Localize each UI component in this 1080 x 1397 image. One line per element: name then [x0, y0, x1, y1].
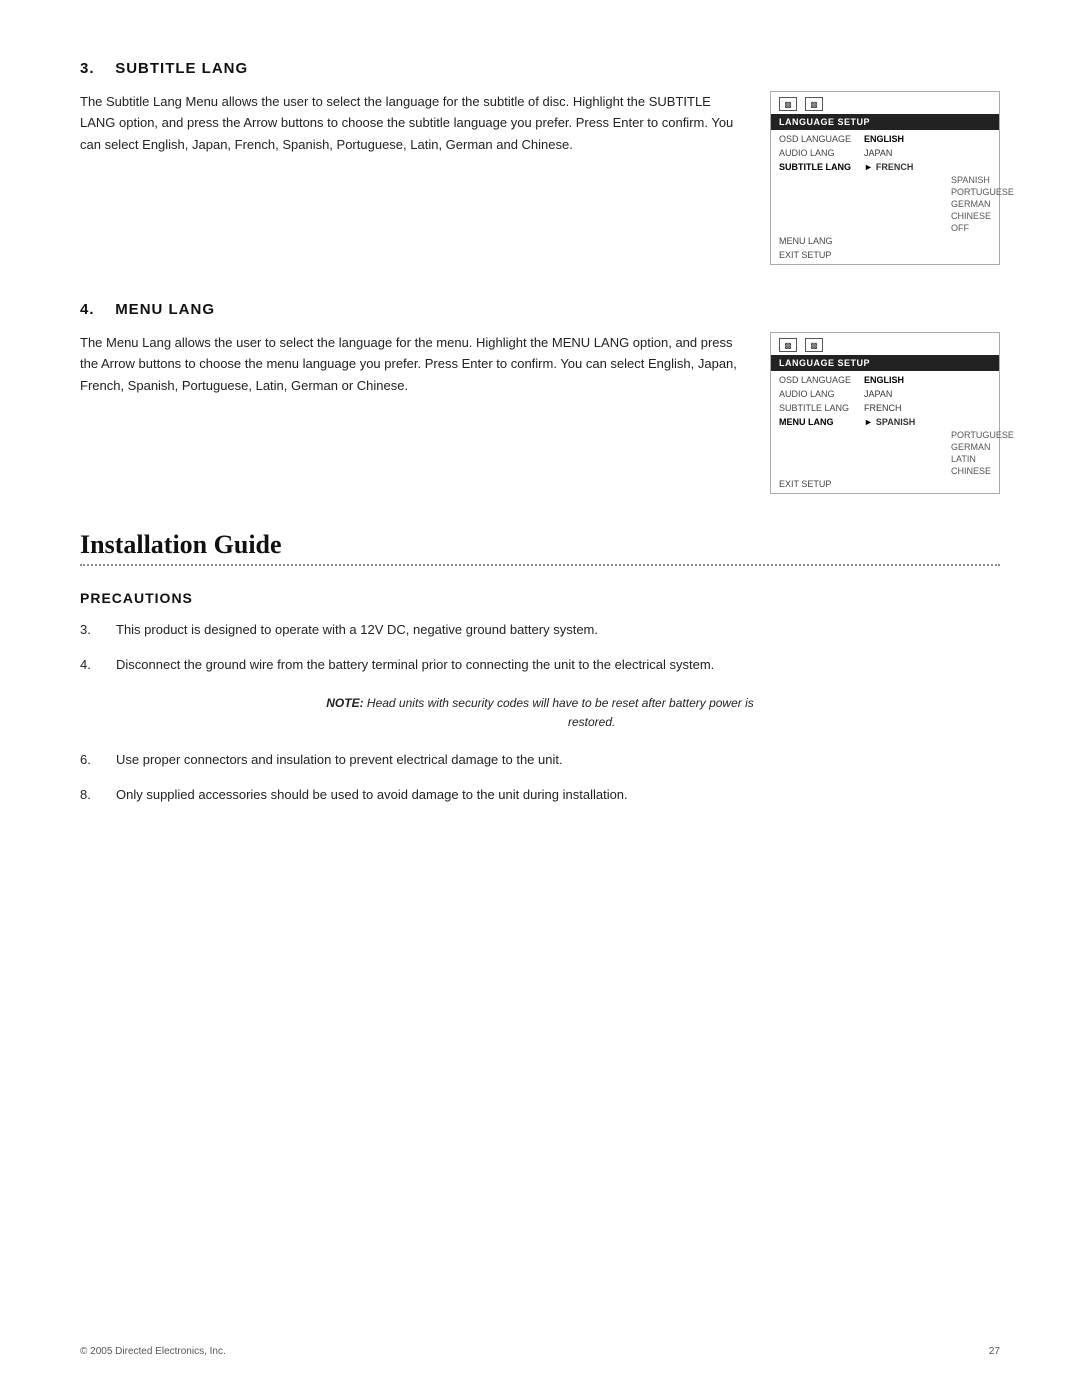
subtitle-row-menu: MENU LANG	[771, 234, 999, 248]
menu-arrow-icon: ►	[864, 417, 873, 427]
item-text-4: Disconnect the ground wire from the batt…	[116, 655, 714, 676]
subtitle-opt-chinese: CHINESE	[861, 210, 995, 222]
precautions-title: PRECAUTIONS	[80, 590, 1000, 606]
subtitle-row-exit: EXIT SETUP	[771, 248, 999, 262]
subtitle-options: SPANISH PORTUGUESE GERMAN CHINESE OFF	[771, 174, 999, 234]
subtitle-lang-title: 3. SUBTITLE LANG	[80, 60, 1000, 77]
subtitle-row-osd: OSD LANGUAGE ENGLISH	[771, 132, 999, 146]
subtitle-lang-section: 3. SUBTITLE LANG The Subtitle Lang Menu …	[80, 60, 1000, 265]
menu-menu-arrow: ► SPANISH	[864, 417, 915, 427]
menu-opt-latin: LATIN	[861, 453, 995, 465]
item-num-4: 4.	[80, 655, 100, 676]
menu-subtitle-value: FRENCH	[864, 403, 902, 413]
menu-number: 4.	[80, 301, 95, 318]
menu-content: The Menu Lang allows the user to select …	[80, 332, 1000, 494]
item-num-6: 6.	[80, 750, 100, 771]
menu-osd-value: ENGLISH	[864, 375, 904, 385]
menu-opt-portuguese: PORTUGUESE	[861, 429, 995, 441]
item-text-8: Only supplied accessories should be used…	[116, 785, 628, 806]
subtitle-osd-value: ENGLISH	[864, 134, 904, 144]
subtitle-arrow: ► FRENCH	[864, 162, 913, 172]
installation-guide: Installation Guide PRECAUTIONS 3. This p…	[80, 530, 1000, 806]
page-number: 27	[989, 1346, 1000, 1357]
subtitle-menu-rows: OSD LANGUAGE ENGLISH AUDIO LANG JAPAN SU…	[771, 130, 999, 264]
item-text-6: Use proper connectors and insulation to …	[116, 750, 563, 771]
menu-rows: OSD LANGUAGE ENGLISH AUDIO LANG JAPAN SU…	[771, 371, 999, 493]
menu-subtitle-label: SUBTITLE LANG	[779, 403, 864, 413]
subtitle-audio-value: JAPAN	[864, 148, 892, 158]
copyright: © 2005 Directed Electronics, Inc.	[80, 1346, 226, 1357]
subtitle-row-audio: AUDIO LANG JAPAN	[771, 146, 999, 160]
menu-osd-label: OSD LANGUAGE	[779, 375, 864, 385]
subtitle-menu-label: MENU LANG	[779, 236, 864, 246]
subtitle-osd-label: OSD LANGUAGE	[779, 134, 864, 144]
subtitle-audio-label: AUDIO LANG	[779, 148, 864, 158]
menu-opt-chinese: CHINESE	[861, 465, 995, 477]
footer: © 2005 Directed Electronics, Inc. 27	[80, 1346, 1000, 1357]
menu-audio-value: JAPAN	[864, 389, 892, 399]
subtitle-opt-portuguese: PORTUGUESE	[861, 186, 995, 198]
menu-row-exit: EXIT SETUP	[771, 477, 999, 491]
subtitle-exit-label: EXIT SETUP	[779, 250, 864, 260]
subtitle-menu-header: LANGUAGE SETUP	[771, 114, 999, 130]
menu-lang-section: 4. MENU LANG The Menu Lang allows the us…	[80, 301, 1000, 494]
item-num-8: 8.	[80, 785, 100, 806]
menu-screenshot: ▩ ▩ LANGUAGE SETUP OSD LANGUAGE ENGLISH …	[770, 332, 1000, 494]
subtitle-number: 3.	[80, 60, 95, 77]
menu-exit-label: EXIT SETUP	[779, 479, 864, 489]
menu-opt-german: GERMAN	[861, 441, 995, 453]
note-block: NOTE: Head units with security codes wil…	[140, 694, 940, 732]
precautions-item-3: 3. This product is designed to operate w…	[80, 620, 1000, 641]
menu-audio-label: AUDIO LANG	[779, 389, 864, 399]
menu-lang-title: 4. MENU LANG	[80, 301, 1000, 318]
installation-title: Installation Guide	[80, 530, 1000, 560]
menu-header: LANGUAGE SETUP	[771, 355, 999, 371]
menu-icon-1: ▩	[779, 338, 797, 352]
subtitle-row-subtitle: SUBTITLE LANG ► FRENCH	[771, 160, 999, 174]
subtitle-body: The Subtitle Lang Menu allows the user t…	[80, 91, 740, 265]
item-text-3: This product is designed to operate with…	[116, 620, 598, 641]
precautions-item-4: 4. Disconnect the ground wire from the b…	[80, 655, 1000, 676]
subtitle-subtitle-label: SUBTITLE LANG	[779, 162, 864, 172]
subtitle-opt-german: GERMAN	[861, 198, 995, 210]
menu-icons: ▩ ▩	[771, 333, 999, 355]
menu-menu-label: MENU LANG	[779, 417, 864, 427]
subtitle-menu-icons: ▩ ▩	[771, 92, 999, 114]
menu-row-menu: MENU LANG ► SPANISH	[771, 415, 999, 429]
subtitle-title-text: SUBTITLE LANG	[115, 60, 248, 77]
menu-icon-2: ▩	[805, 338, 823, 352]
menu-title-text: MENU LANG	[115, 301, 215, 318]
subtitle-opt-spanish: SPANISH	[861, 174, 995, 186]
subtitle-icon-1: ▩	[779, 97, 797, 111]
subtitle-opt-off: OFF	[861, 222, 995, 234]
menu-options: PORTUGUESE GERMAN LATIN CHINESE	[771, 429, 999, 477]
subtitle-menu-screenshot: ▩ ▩ LANGUAGE SETUP OSD LANGUAGE ENGLISH …	[770, 91, 1000, 265]
dotted-divider	[80, 564, 1000, 566]
menu-row-osd: OSD LANGUAGE ENGLISH	[771, 373, 999, 387]
menu-selected-val: SPANISH	[876, 417, 915, 427]
item-num-3: 3.	[80, 620, 100, 641]
menu-body: The Menu Lang allows the user to select …	[80, 332, 740, 494]
subtitle-arrow-icon: ►	[864, 162, 873, 172]
precautions-item-8: 8. Only supplied accessories should be u…	[80, 785, 1000, 806]
precautions-item-6: 6. Use proper connectors and insulation …	[80, 750, 1000, 771]
menu-row-audio: AUDIO LANG JAPAN	[771, 387, 999, 401]
subtitle-content: The Subtitle Lang Menu allows the user t…	[80, 91, 1000, 265]
subtitle-icon-2: ▩	[805, 97, 823, 111]
subtitle-selected-val: FRENCH	[876, 162, 914, 172]
menu-row-subtitle: SUBTITLE LANG FRENCH	[771, 401, 999, 415]
